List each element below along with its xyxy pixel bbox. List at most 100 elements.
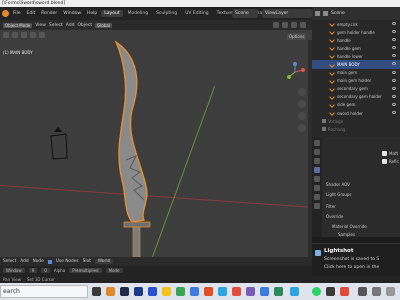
blender-logo-icon[interactable]: [2, 10, 9, 17]
app-icon[interactable]: [232, 287, 241, 296]
checkbox-reflection[interactable]: [382, 159, 387, 164]
grid-view-icon[interactable]: [298, 124, 306, 132]
blender-taskbar-icon[interactable]: [106, 287, 115, 296]
section-override[interactable]: Override: [326, 214, 343, 219]
outliner-collection[interactable]: Rechung: [312, 125, 400, 133]
eye-icon[interactable]: [392, 70, 396, 74]
app-icon[interactable]: [148, 287, 157, 296]
outliner-item[interactable]: secondary gem: [312, 85, 400, 93]
tray-icon[interactable]: [386, 287, 395, 296]
object-tab-icon[interactable]: [314, 194, 320, 200]
menu-add[interactable]: Add: [66, 23, 75, 28]
outliner-item[interactable]: main gem: [312, 69, 400, 77]
app-icon[interactable]: [340, 287, 349, 296]
eye-icon[interactable]: [392, 102, 396, 106]
outliner-item[interactable]: handle: [312, 36, 400, 44]
menu-view[interactable]: View: [35, 23, 46, 28]
eye-icon[interactable]: [392, 94, 396, 98]
tab-uv-editing[interactable]: UV Editing: [182, 10, 211, 17]
section-filter[interactable]: Filter: [326, 204, 336, 209]
taskbar-search[interactable]: earch: [0, 285, 88, 298]
outliner-item[interactable]: handle lower: [312, 52, 400, 60]
eye-icon[interactable]: [392, 62, 396, 66]
end-frame-field[interactable]: 0: [41, 268, 50, 273]
tab-sculpting[interactable]: Sculpting: [153, 10, 180, 17]
view-layer-tab-icon[interactable]: [314, 167, 320, 173]
camera-view-icon[interactable]: [298, 112, 306, 120]
outliner-item[interactable]: secondary gem holder: [312, 93, 400, 101]
app-icon[interactable]: [134, 287, 143, 296]
rotate-icon[interactable]: [30, 32, 36, 38]
office-icon[interactable]: [204, 287, 213, 296]
shading-material-icon[interactable]: [291, 22, 297, 28]
menu-select[interactable]: Select: [49, 23, 63, 28]
eye-icon[interactable]: [392, 38, 396, 42]
sword-model[interactable]: [110, 40, 180, 257]
outliner-filter-icon[interactable]: [323, 11, 328, 16]
eye-icon[interactable]: [392, 22, 396, 25]
outliner-item[interactable]: gem holder handle: [312, 28, 400, 36]
section-shader-aov[interactable]: Shader AOV: [326, 182, 350, 187]
menu-node[interactable]: Node: [33, 259, 44, 264]
world-field[interactable]: World: [94, 259, 114, 264]
menu-file[interactable]: File: [11, 11, 23, 16]
menu-select[interactable]: Select: [3, 259, 16, 264]
tab-layout[interactable]: Layout: [101, 10, 123, 17]
scene-tab-icon[interactable]: [314, 176, 320, 182]
select-box-icon[interactable]: [3, 32, 9, 38]
shading-solid-icon[interactable]: [282, 22, 288, 28]
word-icon[interactable]: [260, 287, 269, 296]
outliner-item-selected[interactable]: MAIN BODY: [312, 60, 400, 69]
outliner-item[interactable]: sword holder: [312, 109, 400, 117]
camera-object-icon[interactable]: [48, 124, 70, 160]
tool-tab-icon[interactable]: [314, 140, 320, 146]
steam-icon[interactable]: [120, 287, 129, 296]
zoom-icon[interactable]: [298, 88, 306, 96]
outliner-item[interactable]: side gem: [312, 101, 400, 109]
shading-render-icon[interactable]: [300, 22, 306, 28]
eye-icon[interactable]: [392, 54, 396, 58]
use-nodes-checkbox[interactable]: [47, 259, 52, 264]
menu-object[interactable]: Object: [78, 23, 93, 28]
edge-icon[interactable]: [218, 287, 227, 296]
mail-icon[interactable]: [190, 287, 199, 296]
render-tab-icon[interactable]: [314, 149, 320, 155]
pan-hand-icon[interactable]: [298, 100, 306, 108]
eye-icon[interactable]: [392, 78, 396, 82]
output-tab-icon[interactable]: [314, 158, 320, 164]
lightshot-notification[interactable]: Lightshot Screenshot is saved to S Click…: [312, 243, 400, 275]
app-icon[interactable]: [326, 287, 335, 296]
options-button[interactable]: Options: [287, 33, 307, 40]
outliner-item[interactable]: handle gem: [312, 44, 400, 52]
outliner-editor-icon[interactable]: [315, 11, 320, 16]
app-icon[interactable]: [176, 287, 185, 296]
tray-icon[interactable]: [372, 287, 381, 296]
app-icon[interactable]: [274, 287, 283, 296]
scene-selector[interactable]: Scene: [232, 9, 258, 18]
view-layer-selector[interactable]: ViewLayer: [262, 9, 312, 18]
menu-add[interactable]: Add: [20, 259, 28, 264]
menu-render[interactable]: Render: [39, 11, 59, 16]
tray-icon[interactable]: [358, 287, 367, 296]
slot-label[interactable]: Slot: [83, 259, 91, 264]
menu-window[interactable]: Window: [61, 11, 83, 16]
move-icon[interactable]: [21, 32, 27, 38]
folder-icon[interactable]: [162, 287, 171, 296]
window-field[interactable]: Window: [3, 268, 25, 273]
alpha-field[interactable]: Premultiplied: [69, 268, 102, 273]
orientation-dropdown[interactable]: Global: [95, 22, 112, 28]
eye-icon[interactable]: [392, 111, 396, 115]
task-view-icon[interactable]: [92, 287, 101, 296]
outliner-collection[interactable]: Vorlage: [312, 117, 400, 125]
eye-icon[interactable]: [392, 86, 396, 90]
scale-icon[interactable]: [39, 32, 45, 38]
section-light-groups[interactable]: Light Groups: [326, 192, 352, 197]
app-icon[interactable]: [290, 287, 299, 296]
3d-viewport[interactable]: Object Mode View Select Add Object Globa…: [0, 20, 312, 257]
outliner-item[interactable]: empty.cirk: [312, 20, 400, 28]
cursor-icon[interactable]: [12, 32, 18, 38]
tab-modeling[interactable]: Modeling: [125, 10, 151, 17]
menu-help[interactable]: Help: [85, 11, 99, 16]
mode-field[interactable]: Mode: [105, 268, 123, 273]
whatsapp-icon[interactable]: [312, 287, 321, 296]
